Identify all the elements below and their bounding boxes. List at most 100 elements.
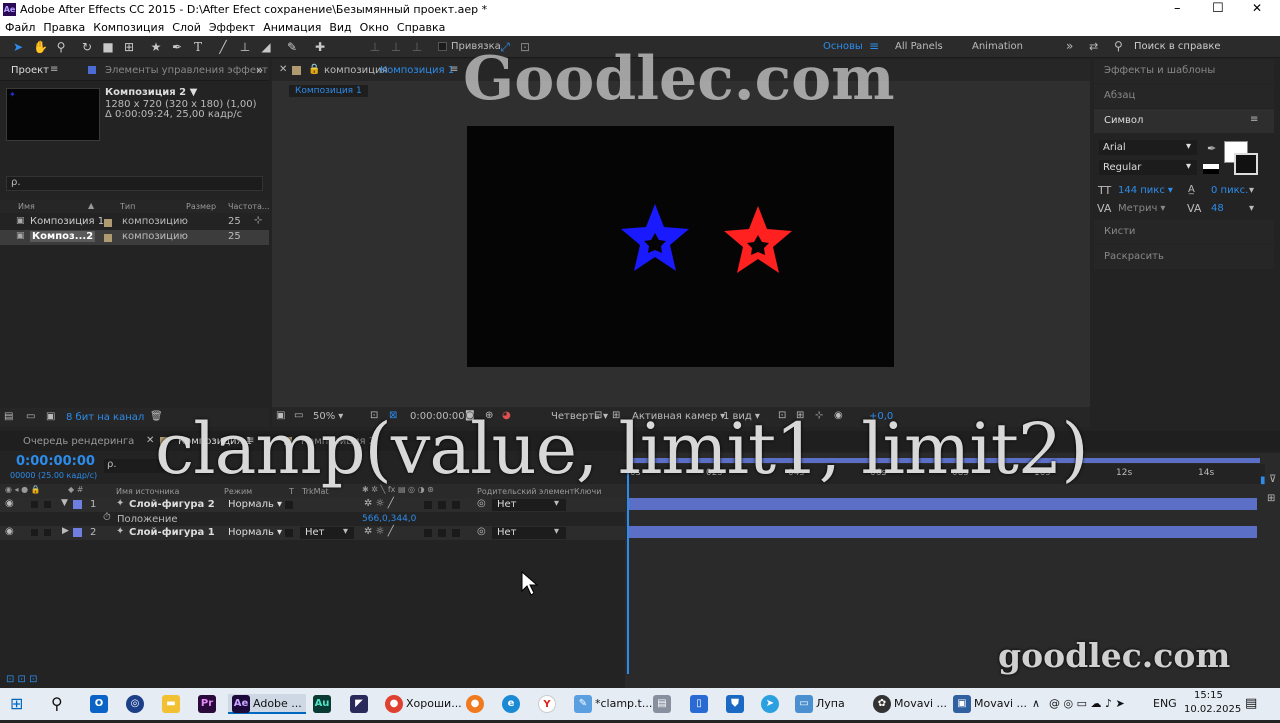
stroke-color-swatch[interactable] [1234,153,1258,175]
taskbar-outlook[interactable]: O [90,694,111,714]
brush-tool-icon[interactable]: ╱ [216,40,230,54]
taskbar-premiere[interactable]: Pr [198,694,219,714]
tab-effect-controls[interactable]: Элементы управления эффект [105,65,268,76]
timeline-timecode[interactable]: 0:00:00:00 [16,454,95,469]
tray-icons[interactable]: @ ◎ ▭ ☁ ♪ ➤ [1049,694,1125,714]
expand-chevron-icon[interactable]: ▶ [62,526,69,536]
effects-presets-header[interactable]: Эффекты и шаблоны [1094,59,1274,83]
stopwatch-icon[interactable]: ⏱ [103,512,111,523]
toggle-switches-icon[interactable]: ⊡ ⊡ ⊡ [6,674,38,685]
playhead[interactable] [627,459,629,674]
layer-label-color[interactable] [73,528,82,537]
layer-row[interactable]: ◉ ▶ 2 ✦ Слой-фигура 1 Нормаль Нет ▾ ✲ ☼ … [0,526,625,540]
taskbar-movavi[interactable]: ✿ Movavi ... [873,694,947,714]
clock-date[interactable]: 10.02.2025 [1184,703,1241,723]
tab-composition-1[interactable]: Композиция 1 [380,65,454,76]
taskbar-yandex[interactable]: Y [538,694,559,714]
character-header[interactable]: Символ ≡ [1094,109,1274,133]
tab-render-queue[interactable]: Очередь рендеринга [23,436,134,447]
lock-checkbox[interactable] [44,529,51,536]
maximize-button[interactable]: ☐ [1212,1,1224,16]
shy-switch-icon[interactable]: ✲ ☼ ╱ [364,498,394,509]
pen-tool-icon[interactable]: ✒ [170,40,184,54]
tab-project[interactable]: Проект [11,65,49,76]
new-folder-icon[interactable]: ▭ [26,411,35,422]
menu-view[interactable]: Вид [325,20,355,36]
taskbar-word[interactable]: ▯ [690,694,711,714]
panel-menu-icon[interactable]: ≡ [1250,114,1258,125]
search-icon[interactable]: ⚲ [51,694,63,714]
taskbar-app[interactable]: ◎ [126,694,147,714]
leading-value[interactable]: 0 пикс. [1211,185,1248,196]
taskbar-notepad[interactable]: ✎ *clamp.t... [574,694,652,714]
item-name[interactable]: Композ...2 [30,231,96,242]
lock-checkbox[interactable] [44,501,51,508]
layer-label-color[interactable] [73,500,82,509]
preserve-transparency-checkbox[interactable] [285,529,293,537]
taskbar-app[interactable]: ▤ [653,694,674,714]
solo-checkbox[interactable] [31,501,38,508]
position-value[interactable]: 566,0,344,0 [362,514,416,524]
pickwhip-icon[interactable]: ◎ [477,526,486,537]
parent-dropdown[interactable]: Нет ▾ [492,498,566,511]
col-type[interactable]: Тип [120,202,135,211]
pickwhip-icon[interactable]: ◎ [477,498,486,509]
hand-tool-icon[interactable]: ✋ [33,40,48,54]
taskbar-audition[interactable]: Au [313,694,334,714]
taskbar-telegram[interactable]: ➤ [761,694,782,714]
pan-behind-tool-icon[interactable]: ⊞ [122,40,136,54]
motion-blur-checkbox[interactable] [424,501,432,509]
project-item[interactable]: ▣ Композиция 1 композицию 25 ⊹ [0,215,269,230]
taskbar-magnifier[interactable]: ▭ Лупа [795,694,845,714]
type-tool-icon[interactable]: T [191,40,205,54]
expand-chevron-icon[interactable]: ▼ [61,498,68,508]
comp-navigator-tab[interactable]: Композиция 1 [289,85,368,97]
font-size-value[interactable]: 144 пикс [1118,185,1173,196]
preserve-transparency-checkbox[interactable] [285,501,293,509]
taskbar-explorer[interactable]: ▬ [162,694,183,714]
eyedropper-icon[interactable]: ✒ [1207,142,1216,155]
menu-animation[interactable]: Анимация [259,20,325,36]
color-swap-icon[interactable] [1203,164,1219,174]
taskbar-firefox[interactable]: ● [466,694,487,714]
project-item-selected[interactable]: ▣ Композ...2 композицию 25 [0,230,269,245]
comp-button-icon[interactable]: ▮ [1260,475,1266,486]
parent-dropdown[interactable]: Нет ▾ [492,526,566,539]
comp-flowchart-icon[interactable]: ⊞ [1267,493,1275,504]
layer-name[interactable]: Слой-фигура 2 [129,499,215,510]
taskbar-chrome[interactable]: ● Хороши... [385,694,462,714]
kerning-value[interactable]: Метрич [1118,203,1165,214]
taskbar-movavi-2[interactable]: ▣ Movavi ... [953,694,1027,714]
col-size[interactable]: Размер [186,202,216,211]
col-name[interactable]: Имя [18,202,35,211]
paragraph-header[interactable]: Абзац [1094,84,1274,108]
layer-row[interactable]: ◉ ▼ 1 ✦ Слой-фигура 2 Нормаль ✲ ☼ ╱ ◎ Не… [0,498,625,512]
tray-overflow-icon[interactable]: ∧ [1032,694,1040,714]
rotate-tool-icon[interactable]: ↻ [80,40,94,54]
comp-viewer[interactable] [467,126,894,367]
menu-edit[interactable]: Правка [39,20,89,36]
comp-name[interactable]: Композиция 2 ▼ [105,87,197,98]
taskbar-app[interactable]: ◤ [350,694,371,714]
font-family-dropdown[interactable]: Arial ▾ [1099,140,1197,155]
menu-window[interactable]: Окно [356,20,393,36]
help-search-input[interactable]: Поиск в справке [1134,41,1221,52]
workspace-all-panels[interactable]: All Panels [895,41,943,52]
lock-icon[interactable]: 🔒 [308,64,320,75]
close-tab-icon[interactable]: ✕ [146,435,154,446]
eraser-tool-icon[interactable]: ◢ [259,40,273,54]
mode-dropdown[interactable]: Нормаль [228,527,282,538]
puppet-tool-icon[interactable]: ✚ [313,40,327,54]
panel-overflow-icon[interactable]: » [256,63,263,77]
shy-switch-icon[interactable]: ✲ ☼ ╱ [364,526,394,537]
sync-settings-icon[interactable]: ⇄ [1089,40,1098,53]
flowchart-icon[interactable]: ⊹ [254,215,262,226]
taskbar-security[interactable]: ⛊ [726,694,747,714]
label-color[interactable] [104,234,112,242]
layer-duration-bar[interactable] [628,498,1257,510]
panel-menu-icon[interactable]: ≡ [50,64,58,75]
panel-menu-icon[interactable]: ≡ [450,64,458,75]
new-comp-icon[interactable]: ▣ [46,411,55,422]
interpret-footage-icon[interactable]: ▤ [4,411,13,422]
menu-help[interactable]: Справка [393,20,449,36]
